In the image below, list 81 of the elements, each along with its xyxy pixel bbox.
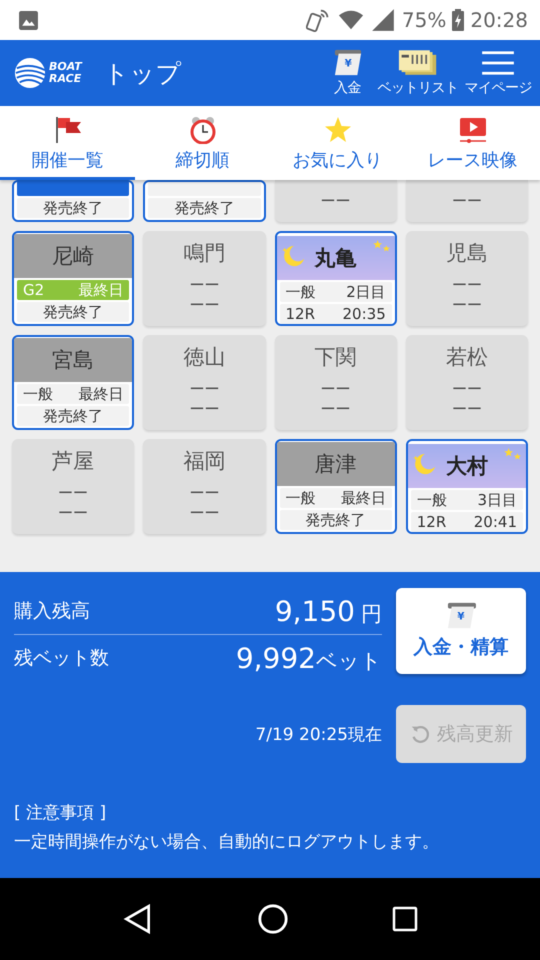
balance-value: 9,150 円 <box>274 594 382 628</box>
venue-placeholder: ーー <box>189 295 220 315</box>
venue-name: 唐津 <box>314 451 357 478</box>
balance-value: 9,992ベット <box>236 642 382 674</box>
venue-card[interactable]: 尼崎 G2 最終日 発売終了 <box>12 231 134 326</box>
deposit-button[interactable]: ¥ 入金・精算 <box>396 588 526 674</box>
stars-icon <box>504 448 522 462</box>
star-icon <box>324 116 352 144</box>
page-title: トップ <box>104 58 183 90</box>
venue-placeholder: ーー <box>189 379 220 399</box>
venue-placeholder: ーー <box>189 399 220 419</box>
battery-percent: 75% <box>402 8 446 32</box>
battery-charging-icon <box>452 9 464 31</box>
recents-icon[interactable] <box>392 906 418 932</box>
venue-name: 鳴門 <box>183 240 226 267</box>
venue-placeholder: ーー <box>320 191 351 211</box>
notice-text: 一定時間操作がない場合、自動的にログアウトします。 <box>14 831 440 853</box>
signal-icon <box>370 7 396 33</box>
venue-name: 児島 <box>446 240 488 267</box>
sales-status: 発売終了 <box>17 198 130 218</box>
balance-timestamp: 7/19 20:25現在 <box>255 724 382 746</box>
grade-day: 一般 最終日 <box>280 488 392 508</box>
venue-placeholder: ーー <box>452 275 482 295</box>
venue-placeholder: ーー <box>58 503 88 523</box>
header-action[interactable]: ¥ 入金 <box>322 49 374 97</box>
venue-name: 若松 <box>446 344 488 371</box>
venue-card[interactable]: 丸亀 一般 2日目 12R 20:35 <box>274 231 397 326</box>
venue-card[interactable]: 大村 一般 3日目 12R 20:41 <box>406 439 528 534</box>
venue-name: 徳山 <box>183 344 226 371</box>
header-action[interactable]: マイページ <box>462 49 534 97</box>
grade-day: 一般 最終日 <box>17 384 130 404</box>
venue-name: 芦屋 <box>52 448 94 475</box>
venue-card[interactable]: 発売終了 <box>12 180 134 222</box>
venue-placeholder: ーー <box>320 399 351 419</box>
tickets-icon <box>398 49 438 77</box>
venue-name: 下関 <box>314 344 357 371</box>
sales-status: 発売終了 <box>17 302 130 322</box>
race-time: 12R 20:35 <box>280 304 392 324</box>
grade-day: 一般 2日目 <box>280 282 392 302</box>
venue-name: 尼崎 <box>52 243 94 270</box>
venue-placeholder: ーー <box>320 379 351 399</box>
venue-name: 福岡 <box>183 448 226 475</box>
video-play-icon <box>458 116 486 144</box>
balance-label: 残ベット数 <box>14 646 109 671</box>
venue-placeholder: ーー <box>189 275 220 295</box>
image-icon <box>18 10 39 30</box>
logo-text: BOAT RACE <box>49 61 82 85</box>
clock-time: 20:28 <box>470 8 528 32</box>
flag-icon <box>54 116 82 144</box>
venue-card[interactable]: 唐津 一般 最終日 発売終了 <box>274 439 397 534</box>
venue-name: 大村 <box>446 453 488 480</box>
header-action[interactable]: ベットリスト <box>376 49 460 97</box>
grade-day: 一般 3日目 <box>410 490 523 510</box>
venue-name: 宮島 <box>52 347 94 374</box>
stars-icon <box>372 240 391 254</box>
tab[interactable]: お気に入り <box>270 106 405 180</box>
alarm-clock-icon <box>188 116 216 144</box>
balance-label: 購入残高 <box>14 599 90 624</box>
venue-card[interactable]: 宮島 一般 最終日 発売終了 <box>12 335 134 430</box>
home-icon[interactable] <box>256 903 289 935</box>
venue-placeholder: ーー <box>452 295 482 315</box>
venue-placeholder: ーー <box>452 379 482 399</box>
tab[interactable]: 締切順 <box>135 106 270 180</box>
venue-card[interactable]: 発売終了 <box>143 180 266 222</box>
venue-placeholder: ーー <box>58 483 88 503</box>
moon-icon <box>412 452 436 476</box>
venue-placeholder: ーー <box>189 483 220 503</box>
venue-placeholder: ーー <box>452 191 482 211</box>
sales-status: 発売終了 <box>280 510 392 530</box>
race-time: 12R 20:41 <box>410 512 523 532</box>
venue-placeholder: ーー <box>189 503 220 523</box>
venue-placeholder: ーー <box>452 399 482 419</box>
refresh-icon <box>409 723 431 745</box>
notice-heading: [ 注意事項 ] <box>14 802 108 824</box>
grade-day: G2 最終日 <box>17 280 130 300</box>
moon-icon <box>280 244 304 268</box>
logo-emblem-icon <box>14 57 46 89</box>
sales-status: 発売終了 <box>17 406 130 426</box>
tab[interactable]: レース映像 <box>405 106 540 180</box>
venue-name: 丸亀 <box>314 245 357 272</box>
sales-status: 発売終了 <box>148 198 260 218</box>
